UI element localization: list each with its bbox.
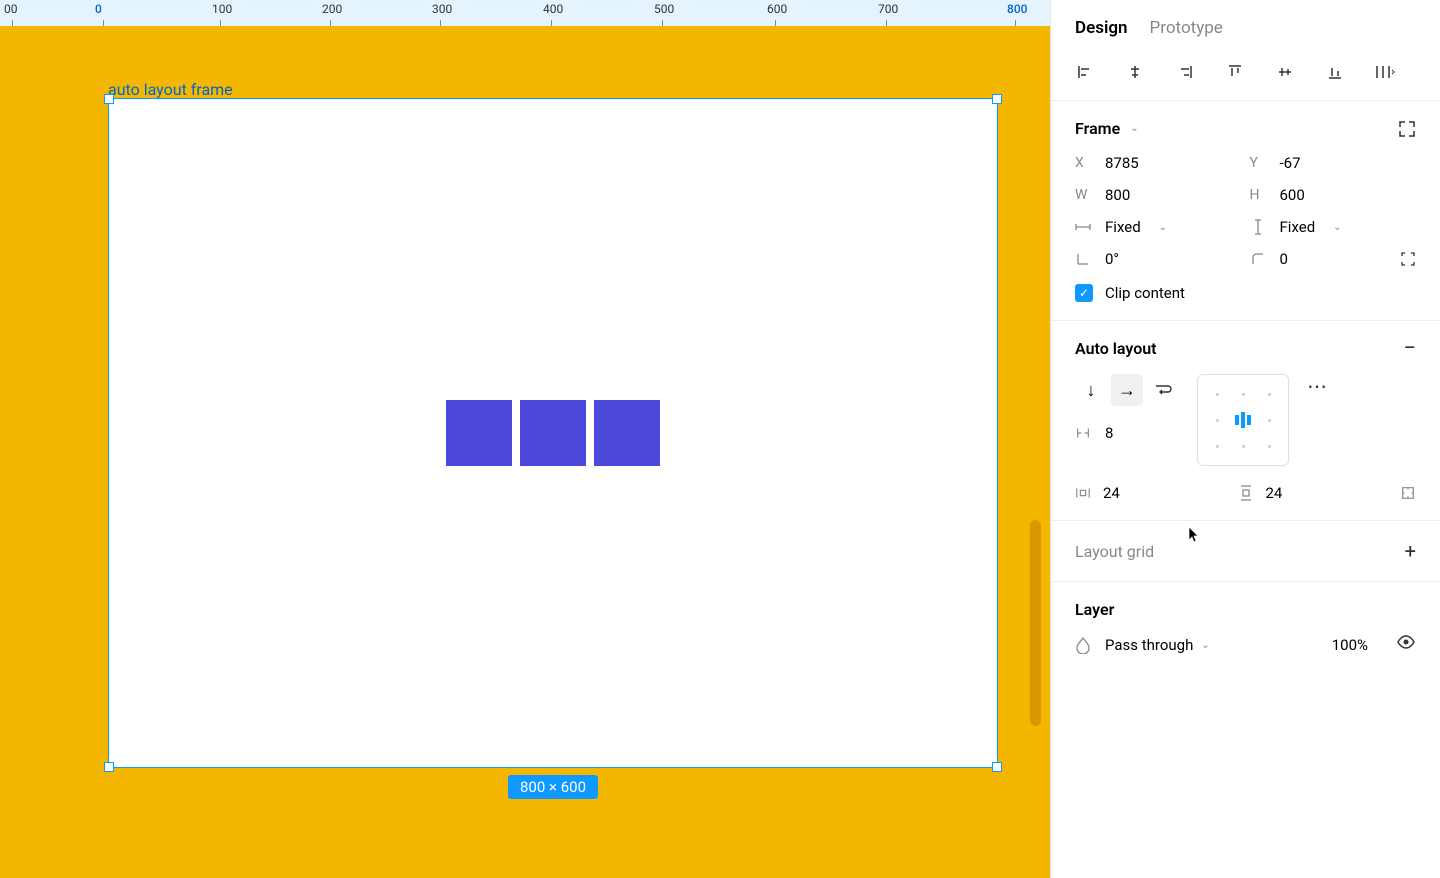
resize-handle-bl[interactable] (104, 762, 114, 772)
align-hcenter-button[interactable] (1125, 62, 1145, 82)
align-vcenter-button[interactable] (1275, 62, 1295, 82)
frame-section-title[interactable]: Frame (1075, 119, 1120, 138)
vertical-arrows-icon (1250, 219, 1266, 235)
blend-mode-icon (1075, 637, 1091, 653)
chevron-down-icon: ⌄ (1130, 123, 1138, 134)
ruler-mark: 100 (212, 2, 232, 16)
resize-handle-br[interactable] (992, 762, 1002, 772)
vertical-padding-icon (1238, 485, 1254, 501)
vertical-padding-field[interactable]: 24 (1238, 484, 1393, 502)
clip-content-checkbox[interactable]: ✓ (1075, 284, 1093, 302)
frame-content (446, 400, 660, 466)
resize-handle-tl[interactable] (104, 94, 114, 104)
gap-icon (1075, 425, 1091, 441)
selected-frame[interactable]: 800 × 600 (108, 98, 998, 768)
design-panel: Design Prototype Frame ⌄ X8785 Y-67 W800… (1050, 0, 1440, 878)
direction-vertical-button[interactable]: ↓ (1075, 374, 1107, 406)
alignment-center-center[interactable] (1230, 407, 1256, 433)
align-right-button[interactable] (1175, 62, 1195, 82)
rotation-field[interactable]: 0° (1075, 250, 1242, 268)
layer-section: Layer Pass through⌄ 100% (1051, 582, 1440, 673)
horizontal-resize-dropdown[interactable]: Fixed⌄ (1075, 218, 1242, 236)
align-bottom-button[interactable] (1325, 62, 1345, 82)
corner-radius-field[interactable]: 0 (1250, 250, 1288, 268)
gap-field[interactable]: 8 (1075, 424, 1179, 442)
resize-handle-tr[interactable] (992, 94, 1002, 104)
tab-design[interactable]: Design (1075, 18, 1128, 38)
independent-padding-button[interactable] (1400, 485, 1416, 501)
ruler-mark: 700 (878, 2, 898, 16)
blend-mode-dropdown[interactable]: Pass through⌄ (1105, 636, 1210, 654)
child-rect-1[interactable] (446, 400, 512, 466)
canvas-area[interactable]: 000100200300400500600700800 auto layout … (0, 0, 1050, 878)
ruler-mark: 800 (1007, 2, 1027, 16)
align-left-button[interactable] (1075, 62, 1095, 82)
horizontal-ruler: 000100200300400500600700800 (0, 0, 1050, 26)
alignment-grid[interactable] (1197, 374, 1289, 466)
independent-corners-button[interactable] (1400, 251, 1416, 267)
clip-content-label: Clip content (1105, 284, 1185, 302)
panel-tabs: Design Prototype (1051, 0, 1440, 52)
direction-wrap-button[interactable] (1147, 374, 1179, 406)
ruler-mark: 0 (95, 2, 102, 16)
direction-horizontal-button[interactable]: → (1111, 374, 1143, 406)
ruler-mark: 300 (432, 2, 452, 16)
ruler-mark: 00 (4, 2, 18, 16)
autolayout-settings-button[interactable]: ⋯ (1307, 374, 1329, 398)
angle-icon (1075, 251, 1091, 267)
child-rect-2[interactable] (520, 400, 586, 466)
remove-autolayout-button[interactable]: − (1403, 343, 1416, 355)
horizontal-padding-field[interactable]: 24 (1075, 484, 1230, 502)
align-top-button[interactable] (1225, 62, 1245, 82)
child-rect-3[interactable] (594, 400, 660, 466)
ruler-mark: 600 (767, 2, 787, 16)
vertical-scrollbar[interactable] (1030, 520, 1041, 726)
resize-to-fit-icon[interactable] (1398, 120, 1416, 138)
horizontal-arrows-icon (1075, 219, 1091, 235)
ruler-mark: 200 (322, 2, 342, 16)
tidy-up-button[interactable] (1375, 62, 1395, 82)
x-position-field[interactable]: X8785 (1075, 154, 1242, 172)
autolayout-section: Auto layout − ↓ → 8 (1051, 321, 1440, 521)
frame-section: Frame ⌄ X8785 Y-67 W800 H600 Fixed⌄ Fixe… (1051, 101, 1440, 321)
alignment-toolbar (1051, 52, 1440, 101)
layer-section-title: Layer (1075, 600, 1114, 619)
selection-dimensions-badge: 800 × 600 (508, 775, 598, 799)
height-field[interactable]: H600 (1250, 186, 1417, 204)
horizontal-padding-icon (1075, 485, 1091, 501)
frame-name-label[interactable]: auto layout frame (108, 80, 233, 99)
ruler-mark: 400 (543, 2, 563, 16)
corner-radius-icon (1250, 251, 1266, 267)
autolayout-title: Auto layout (1075, 339, 1157, 358)
visibility-toggle[interactable] (1396, 635, 1416, 655)
y-position-field[interactable]: Y-67 (1250, 154, 1417, 172)
opacity-field[interactable]: 100% (1332, 636, 1368, 654)
ruler-mark: 500 (654, 2, 674, 16)
layout-grid-section: Layout grid + (1051, 521, 1440, 582)
vertical-resize-dropdown[interactable]: Fixed⌄ (1250, 218, 1417, 236)
width-field[interactable]: W800 (1075, 186, 1242, 204)
layout-grid-title: Layout grid (1075, 542, 1154, 561)
tab-prototype[interactable]: Prototype (1150, 18, 1223, 38)
add-layout-grid-button[interactable]: + (1405, 539, 1416, 563)
